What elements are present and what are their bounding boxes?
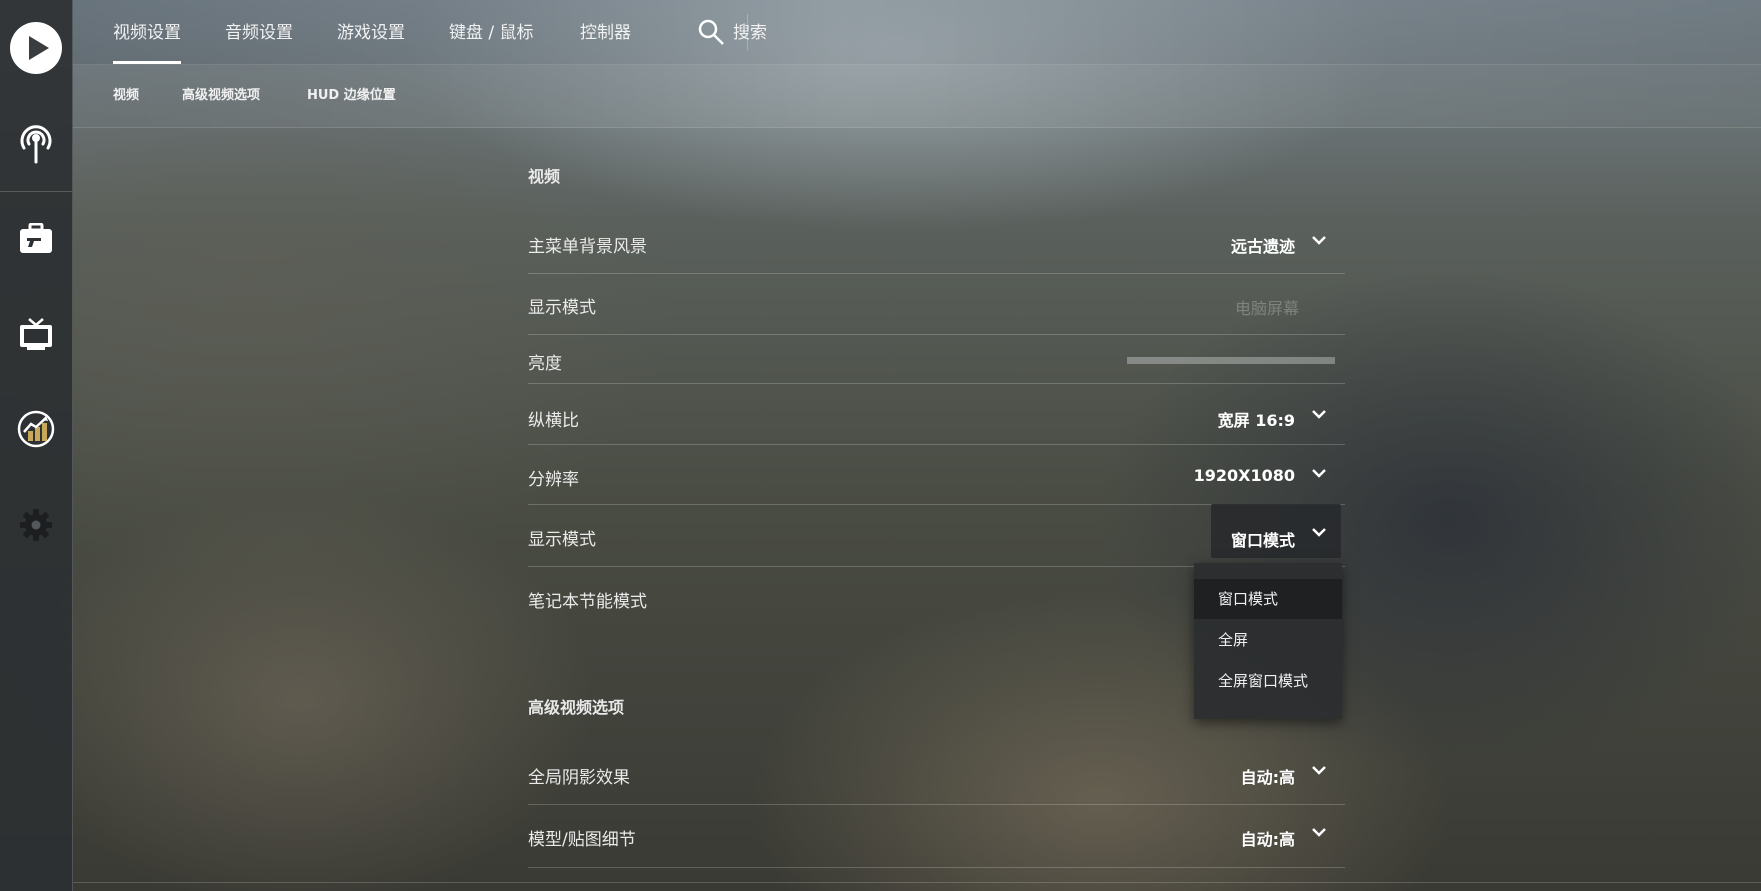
setting-value[interactable]: 自动:高 [1241,764,1295,788]
chevron-down-icon[interactable] [1311,526,1327,538]
stats-icon [17,410,55,448]
setting-row-resolution: 分辨率 1920X1080 [528,445,1345,505]
gear-icon [20,509,52,541]
setting-label: 亮度 [528,354,562,374]
broadcast-icon [20,125,52,164]
tv-icon [20,318,52,350]
setting-row-global-shadow: 全局阴影效果 自动:高 [528,747,1345,805]
subtab-video[interactable]: 视频 [113,65,139,127]
setting-row-model-texture-detail: 模型/贴图细节 自动:高 [528,805,1345,868]
chevron-down-icon[interactable] [1311,467,1327,479]
setting-value: 电脑屏幕 [1234,299,1299,318]
setting-label: 主菜单背景风景 [528,237,647,257]
setting-label: 模型/贴图细节 [528,830,636,850]
setting-label: 显示模式 [528,298,596,318]
sidebar [0,0,73,891]
setting-label: 分辨率 [528,470,579,490]
setting-row-aspect-ratio: 纵横比 宽屏 16:9 [528,384,1345,445]
search-icon [698,19,724,45]
chevron-down-icon[interactable] [1311,234,1327,246]
dropdown-option-fullscreen-windowed[interactable]: 全屏窗口模式 [1194,661,1342,701]
tab-controller[interactable]: 控制器 [580,0,631,64]
brightness-slider[interactable] [1127,357,1335,364]
tab-keyboard-mouse[interactable]: 键盘 / 鼠标 [449,0,534,64]
bottom-divider [73,882,1761,883]
setting-row-display-mode-disabled: 显示模式 电脑屏幕 [528,274,1345,335]
tab-audio-settings[interactable]: 音频设置 [225,0,293,64]
play-icon [10,22,62,74]
sub-nav: 视频 高级视频选项 HUD 边缘位置 [73,65,1761,128]
tab-video-settings[interactable]: 视频设置 [113,0,181,64]
dropdown-option-fullscreen[interactable]: 全屏 [1194,620,1342,660]
setting-row-display-mode: 显示模式 窗口模式 [528,504,1345,567]
setting-value[interactable]: 自动:高 [1241,826,1295,850]
setting-label-laptop-power-saving: 笔记本节能模式 [528,592,647,612]
section-title-advanced-video: 高级视频选项 [528,698,625,717]
inventory-button[interactable] [0,216,72,262]
search-button[interactable] [697,18,725,50]
setting-value[interactable]: 窗口模式 [1231,527,1295,551]
setting-label: 全局阴影效果 [528,768,630,788]
play-button[interactable] [0,20,72,76]
chevron-down-icon[interactable] [1311,764,1327,776]
subtab-hud-margins[interactable]: HUD 边缘位置 [307,65,396,127]
broadcast-button[interactable] [0,118,72,168]
chevron-down-icon[interactable] [1311,408,1327,420]
watch-button[interactable] [0,312,72,356]
setting-value[interactable]: 宽屏 16:9 [1218,407,1295,431]
top-nav: 视频设置 音频设置 游戏设置 键盘 / 鼠标 控制器 搜索 [73,0,1761,65]
setting-value[interactable]: 1920X1080 [1194,466,1295,485]
setting-label: 显示模式 [528,530,596,550]
setting-row-brightness: 亮度 [528,335,1345,384]
chevron-down-icon[interactable] [1311,826,1327,838]
dropdown-option-windowed[interactable]: 窗口模式 [1194,579,1342,619]
setting-label: 纵横比 [528,411,579,431]
search-label[interactable]: 搜索 [733,0,767,64]
setting-value[interactable]: 远古遗迹 [1231,233,1295,257]
stats-button[interactable] [0,406,72,452]
subtab-advanced-video[interactable]: 高级视频选项 [182,65,260,127]
section-title-video: 视频 [528,167,561,186]
setting-row-menu-background: 主菜单背景风景 远古遗迹 [528,220,1345,274]
settings-button[interactable] [0,502,72,548]
sidebar-divider [0,191,72,192]
inventory-icon [20,223,52,253]
tab-game-settings[interactable]: 游戏设置 [337,0,405,64]
display-mode-dropdown: 窗口模式 全屏 全屏窗口模式 [1194,563,1342,719]
